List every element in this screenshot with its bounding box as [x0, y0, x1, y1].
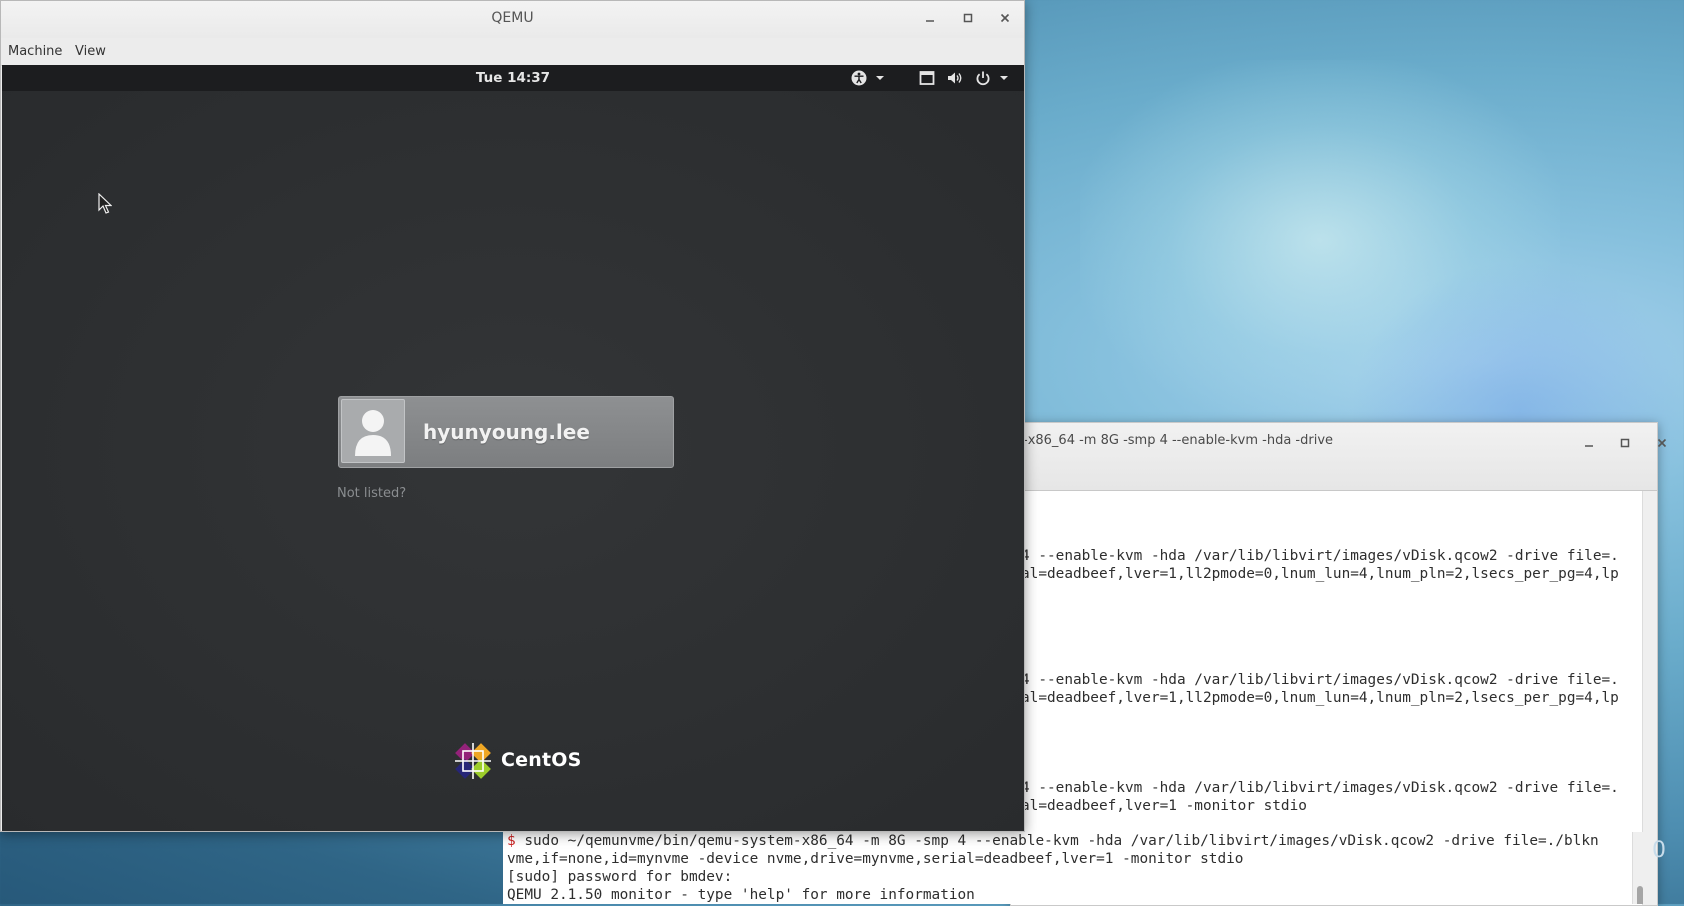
minimize-icon — [1585, 445, 1593, 447]
avatar — [341, 399, 405, 463]
terminal-line: al=deadbeef,lver=1 -monitor stdio — [1021, 798, 1307, 814]
guest-display[interactable]: Tue 14:37 hyunyoung.lee Not listed? Cent… — [2, 65, 1024, 831]
qemu-titlebar[interactable]: QEMU — [1, 1, 1024, 38]
menu-machine[interactable]: Machine — [8, 44, 62, 59]
terminal-line: 4 --enable-kvm -hda /var/lib/libvirt/ima… — [1021, 780, 1619, 796]
chevron-down-icon[interactable] — [874, 69, 892, 87]
user-list-item[interactable]: hyunyoung.lee — [338, 396, 674, 468]
prompt-symbol: $ — [507, 833, 516, 849]
clock[interactable]: Tue 14:37 — [2, 70, 1024, 86]
user-avatar-icon — [355, 410, 391, 456]
centos-logo-icon — [455, 743, 491, 779]
power-icon[interactable] — [974, 69, 992, 87]
centos-logo: CentOS — [451, 739, 581, 785]
volume-icon[interactable] — [946, 69, 964, 87]
maximize-button[interactable] — [957, 8, 979, 30]
terminal-titlebar[interactable]: -x86_64 -m 8G -smp 4 --enable-kvm -hda -… — [1011, 423, 1667, 491]
terminal-line: [sudo] password for bmdev: — [507, 869, 733, 885]
terminal-output-bottom[interactable]: $ sudo ~/qemunvme/bin/qemu-system-x86_64… — [503, 832, 1647, 904]
close-icon — [1000, 13, 1010, 23]
window-title: QEMU — [491, 10, 534, 26]
close-button[interactable] — [1651, 433, 1673, 455]
maximize-icon — [963, 13, 973, 23]
not-listed-link[interactable]: Not listed? — [337, 486, 406, 501]
terminal-scrollbar[interactable] — [1632, 832, 1647, 904]
mouse-pointer-icon — [98, 192, 113, 219]
minimize-icon — [926, 20, 934, 22]
terminal-line: 4 --enable-kvm -hda /var/lib/libvirt/ima… — [1021, 548, 1619, 564]
terminal-command-line: $ sudo ~/qemunvme/bin/qemu-system-x86_64… — [507, 832, 1599, 850]
minimize-button[interactable] — [1578, 433, 1600, 455]
maximize-button[interactable] — [1614, 433, 1636, 455]
menu-view[interactable]: View — [75, 44, 106, 59]
display-icon[interactable] — [918, 69, 936, 87]
terminal-command: sudo ~/qemunvme/bin/qemu-system-x86_64 -… — [515, 833, 1599, 849]
terminal-line: al=deadbeef,lver=1,ll2pmode=0,lnum_lun=4… — [1021, 566, 1619, 582]
qemu-window[interactable]: QEMU Machine View Tue 14:37 hyunyoung.le… — [0, 0, 1025, 832]
terminal-title: -x86_64 -m 8G -smp 4 --enable-kvm -hda -… — [1023, 433, 1334, 448]
user-name: hyunyoung.lee — [423, 420, 590, 444]
terminal-line: QEMU 2.1.50 monitor - type 'help' for mo… — [507, 887, 975, 903]
terminal-line: 4 --enable-kvm -hda /var/lib/libvirt/ima… — [1021, 672, 1619, 688]
accessibility-icon[interactable] — [850, 69, 868, 87]
terminal-line: al=deadbeef,lver=1,ll2pmode=0,lnum_lun=4… — [1021, 690, 1619, 706]
gnome-top-bar: Tue 14:37 — [2, 65, 1024, 91]
close-button[interactable] — [994, 8, 1016, 30]
edge-text: 0 — [1652, 838, 1666, 863]
terminal-line: vme,if=none,id=mynvme -device nvme,drive… — [507, 851, 1244, 867]
chevron-down-icon[interactable] — [998, 69, 1016, 87]
maximize-icon — [1620, 438, 1630, 448]
scrollbar-thumb[interactable] — [1637, 886, 1643, 904]
minimize-button[interactable] — [919, 8, 941, 30]
menu-bar: Machine View — [1, 38, 1024, 66]
close-icon — [1657, 438, 1667, 448]
centos-wordmark: CentOS — [501, 749, 582, 771]
